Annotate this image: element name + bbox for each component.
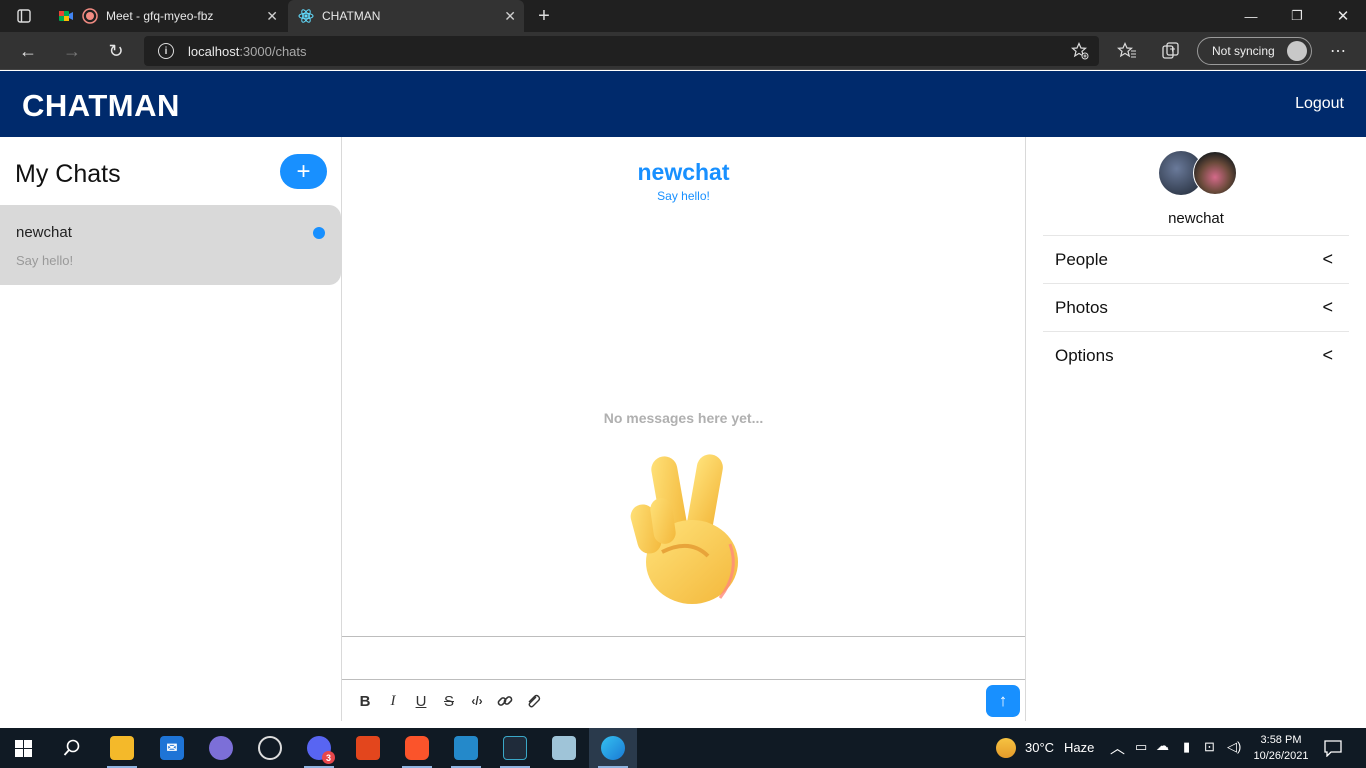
tab-chatman[interactable]: CHATMAN ✕ <box>288 0 524 32</box>
attachment-icon[interactable] <box>523 691 543 711</box>
clock-date: 10/26/2021 <box>1253 750 1309 762</box>
mail-icon[interactable]: ✉ <box>160 736 184 760</box>
tab-meet[interactable]: Meet - gfq-myeo-fbz ✕ <box>50 0 286 32</box>
clock-time: 3:58 PM <box>1260 734 1302 746</box>
chat-settings-panel: newchat People < Photos < Options < <box>1026 137 1366 728</box>
meet-now-icon[interactable]: ▭ <box>1135 739 1147 755</box>
weather-desc: Haze <box>1064 740 1095 755</box>
brave-icon[interactable] <box>405 736 429 760</box>
send-button[interactable]: ↑ <box>986 685 1020 717</box>
close-tab-icon[interactable]: ✕ <box>504 8 516 25</box>
tray-expand-icon[interactable]: ︿ <box>1110 737 1125 758</box>
settings-section-photos[interactable]: Photos < <box>1043 283 1349 331</box>
browser-tab-strip: Meet - gfq-myeo-fbz ✕ CHATMAN ✕ + — ❐ ✕ <box>0 0 1366 32</box>
message-input[interactable] <box>342 636 1025 680</box>
chat-feed-subtitle: Say hello! <box>657 189 710 203</box>
empty-messages-text: No messages here yet... <box>603 410 764 426</box>
code-icon[interactable]: ‹/› <box>467 691 487 711</box>
microphone-icon[interactable]: ▮ <box>1183 739 1190 755</box>
peace-hand-emoji-icon <box>630 454 738 604</box>
member-avatar <box>1193 151 1237 195</box>
settings-chat-name: newchat <box>1168 210 1224 227</box>
new-chat-button[interactable]: + <box>280 154 327 189</box>
os-taskbar: ✉ 3 30°C Haze ︿ ▭ ☁ ▮ ⊡ ◁) 3:58 PM 10/26… <box>0 728 1366 768</box>
chat-card-preview: Say hello! <box>16 253 74 268</box>
google-meet-icon <box>59 11 73 21</box>
brand-title: CHATMAN <box>22 88 180 123</box>
close-window-icon[interactable]: ✕ <box>1320 0 1366 32</box>
collections-icon[interactable] <box>1161 41 1181 61</box>
chevron-left-icon: < <box>1322 297 1333 317</box>
windows-start-icon[interactable] <box>15 740 32 757</box>
section-label: Options <box>1055 346 1114 365</box>
logout-button[interactable]: Logout <box>1295 95 1344 113</box>
site-info-icon[interactable]: i <box>158 43 174 59</box>
chevron-left-icon: < <box>1322 249 1333 269</box>
weather-icon <box>996 738 1016 758</box>
chat-feed-panel: newchat Say hello! No messages here yet.… <box>341 137 1026 721</box>
unread-dot-icon <box>313 227 325 239</box>
recording-icon <box>82 8 98 24</box>
onedrive-icon[interactable]: ☁ <box>1156 738 1169 754</box>
refresh-icon[interactable]: ↻ <box>101 36 131 66</box>
chat-card[interactable]: newchat Say hello! <box>0 205 341 285</box>
minimize-icon[interactable]: — <box>1228 0 1274 32</box>
notifications-icon[interactable] <box>1324 740 1342 757</box>
tab-title: Meet - gfq-myeo-fbz <box>106 9 214 23</box>
forward-icon[interactable]: → <box>57 36 87 66</box>
url-text: localhost:3000/chats <box>188 43 307 59</box>
strikethrough-icon[interactable]: S <box>439 691 459 711</box>
link-icon[interactable] <box>495 691 515 711</box>
chat-list-title: My Chats <box>15 160 121 188</box>
weather-temp: 30°C <box>1025 740 1055 755</box>
system-clock[interactable]: 3:58 PM 10/26/2021 <box>1248 732 1314 764</box>
italic-icon[interactable]: I <box>383 691 403 711</box>
edge-icon[interactable] <box>601 736 625 760</box>
tor-browser-icon[interactable] <box>209 736 233 760</box>
app-header: CHATMAN Logout <box>0 71 1366 137</box>
close-tab-icon[interactable]: ✕ <box>266 8 278 25</box>
section-label: People <box>1055 250 1108 269</box>
react-icon <box>298 9 314 23</box>
bold-icon[interactable]: B <box>355 691 375 711</box>
new-tab-icon[interactable]: + <box>532 0 556 32</box>
tab-title: CHATMAN <box>322 9 381 23</box>
url-field[interactable]: i localhost:3000/chats <box>144 36 1099 66</box>
section-label: Photos <box>1055 298 1108 317</box>
obs-icon[interactable] <box>258 736 282 760</box>
chat-card-name: newchat <box>16 224 72 241</box>
restore-icon[interactable]: ❐ <box>1274 0 1320 32</box>
more-menu-icon[interactable]: ⋯ <box>1323 36 1353 66</box>
add-favorite-icon[interactable] <box>1071 42 1089 60</box>
address-bar: ← → ↻ i localhost:3000/chats Not syncing… <box>0 32 1366 70</box>
network-icon[interactable]: ⊡ <box>1204 739 1215 755</box>
chat-feed-title: newchat <box>637 159 730 185</box>
composer-toolbar: B I U S ‹/› ↑ <box>342 682 1025 720</box>
profile-avatar-icon <box>1287 41 1307 61</box>
settings-section-people[interactable]: People < <box>1043 235 1349 283</box>
favorites-icon[interactable] <box>1117 42 1137 60</box>
sync-label: Not syncing <box>1212 44 1275 58</box>
notes-app-icon[interactable] <box>552 736 576 760</box>
underline-icon[interactable]: U <box>411 691 431 711</box>
file-explorer-icon[interactable] <box>110 736 134 760</box>
office-icon[interactable] <box>356 736 380 760</box>
sync-status-button[interactable]: Not syncing <box>1197 37 1312 65</box>
tab-actions-icon[interactable] <box>12 0 36 32</box>
back-icon[interactable]: ← <box>13 36 43 66</box>
vscode-icon[interactable] <box>454 736 478 760</box>
volume-icon[interactable]: ◁) <box>1227 739 1241 755</box>
terminal-app-icon[interactable] <box>503 736 527 760</box>
search-icon[interactable] <box>63 739 81 757</box>
discord-badge: 3 <box>322 751 335 764</box>
chat-list-panel: My Chats + newchat Say hello! <box>0 137 341 728</box>
settings-section-options[interactable]: Options < <box>1043 331 1349 379</box>
chevron-left-icon: < <box>1322 345 1333 365</box>
discord-icon[interactable]: 3 <box>307 736 335 764</box>
